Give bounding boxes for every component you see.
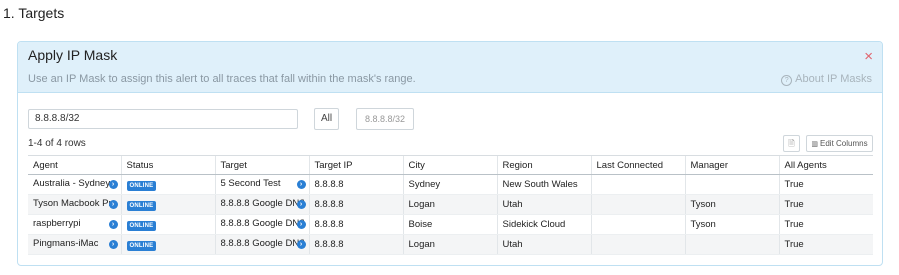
city-cell: Sydney [402,174,497,195]
agent-cell[interactable]: Tyson Macbook Pro › [28,194,121,215]
arrow-right-circle-icon[interactable]: › [296,240,306,249]
agent-cell[interactable]: Pingmans-iMac › [28,234,121,255]
target-name: 5 Second Test [220,177,281,189]
columns-icon: ▥ [811,141,819,148]
manager-cell [684,174,779,195]
card-title: Apply IP Mask [28,47,118,63]
status-badge: ONLINE [126,200,157,211]
last-connected-cell [590,194,685,215]
all-agents-cell: True [778,194,873,215]
target-name: 8.8.8.8 Google DNS [220,217,304,229]
column-header-last-connected[interactable]: Last Connected [590,155,685,175]
ip-mask-card: Apply IP Mask × Use an IP Mask to assign… [17,41,883,266]
all-agents-cell: True [778,174,873,195]
column-header-target[interactable]: Target [214,155,309,175]
target-name: 8.8.8.8 Google DNS [220,197,304,209]
last-connected-cell [590,234,685,255]
agent-cell[interactable]: Australia - Sydney › [28,174,121,195]
table-row[interactable]: Pingmans-iMac › ONLINE 8.8.8.8 Google DNS… [28,234,873,255]
manager-cell: Tyson [684,194,779,215]
arrow-right-circle-icon[interactable]: › [108,180,118,189]
card-description: Use an IP Mask to assign this alert to a… [28,73,416,85]
target-cell[interactable]: 8.8.8.8 Google DNS › [214,234,309,255]
agent-name: Pingmans-iMac [33,237,99,249]
column-header-region[interactable]: Region [496,155,591,175]
export-button[interactable]: 🗎 [783,135,800,152]
table-row[interactable]: Tyson Macbook Pro › ONLINE 8.8.8.8 Google… [28,194,873,215]
agent-name: Australia - Sydney [33,177,111,189]
agents-table: Agent Status Target Target IP City Regio… [28,155,873,255]
about-ip-masks-link[interactable]: ? About IP Masks [781,73,872,86]
column-header-manager[interactable]: Manager [684,155,779,175]
target-cell[interactable]: 5 Second Test › [214,174,309,195]
status-cell: ONLINE [120,214,215,235]
target-name: 8.8.8.8 Google DNS [220,237,304,249]
city-cell: Boise [402,214,497,235]
region-cell: New South Wales [496,174,591,195]
about-ip-masks-label: About IP Masks [795,73,872,85]
all-button[interactable]: All [314,108,339,130]
target-cell[interactable]: 8.8.8.8 Google DNS › [214,214,309,235]
target-cell[interactable]: 8.8.8.8 Google DNS › [214,194,309,215]
row-count: 1-4 of 4 rows [28,138,86,149]
arrow-right-circle-icon[interactable]: › [108,200,118,209]
document-icon: 🗎 [788,139,795,148]
agent-name: Tyson Macbook Pro [33,197,116,209]
edit-columns-label: Edit Columns [820,139,868,148]
status-cell: ONLINE [120,194,215,215]
target-ip-cell: 8.8.8.8 [308,234,403,255]
arrow-right-circle-icon[interactable]: › [108,240,118,249]
table-row[interactable]: Australia - Sydney › ONLINE 5 Second Test… [28,174,873,195]
arrow-right-circle-icon[interactable]: › [296,220,306,229]
last-connected-cell [590,214,685,235]
arrow-right-circle-icon[interactable]: › [108,220,118,229]
manager-cell: Tyson [684,214,779,235]
table-header-row: Agent Status Target Target IP City Regio… [28,155,873,175]
region-cell: Sidekick Cloud [496,214,591,235]
agent-name: raspberrypi [33,217,81,229]
region-cell: Utah [496,194,591,215]
column-header-target-ip[interactable]: Target IP [308,155,403,175]
close-icon[interactable]: × [864,49,873,64]
all-agents-cell: True [778,214,873,235]
column-header-city[interactable]: City [402,155,497,175]
status-cell: ONLINE [120,174,215,195]
card-header: Apply IP Mask × Use an IP Mask to assign… [18,42,882,93]
column-header-all-agents[interactable]: All Agents [778,155,873,175]
edit-columns-button[interactable]: ▥ Edit Columns [806,135,873,152]
status-badge: ONLINE [126,180,157,191]
last-connected-cell [590,174,685,195]
city-cell: Logan [402,194,497,215]
target-ip-cell: 8.8.8.8 [308,174,403,195]
column-header-status[interactable]: Status [120,155,215,175]
mask-filter-button[interactable]: 8.8.8.8/32 [356,108,414,130]
help-icon: ? [781,75,793,86]
status-badge: ONLINE [126,220,157,231]
table-row[interactable]: raspberrypi › ONLINE 8.8.8.8 Google DNS › … [28,214,873,235]
section-title: 1. Targets [3,5,65,21]
arrow-right-circle-icon[interactable]: › [296,200,306,209]
target-ip-cell: 8.8.8.8 [308,214,403,235]
manager-cell [684,234,779,255]
all-agents-cell: True [778,234,873,255]
status-badge: ONLINE [126,240,157,251]
region-cell: Utah [496,234,591,255]
target-ip-cell: 8.8.8.8 [308,194,403,215]
ip-mask-input[interactable]: 8.8.8.8/32 [28,109,298,129]
agent-cell[interactable]: raspberrypi › [28,214,121,235]
status-cell: ONLINE [120,234,215,255]
city-cell: Logan [402,234,497,255]
column-header-agent[interactable]: Agent [28,155,121,175]
arrow-right-circle-icon[interactable]: › [296,180,306,189]
